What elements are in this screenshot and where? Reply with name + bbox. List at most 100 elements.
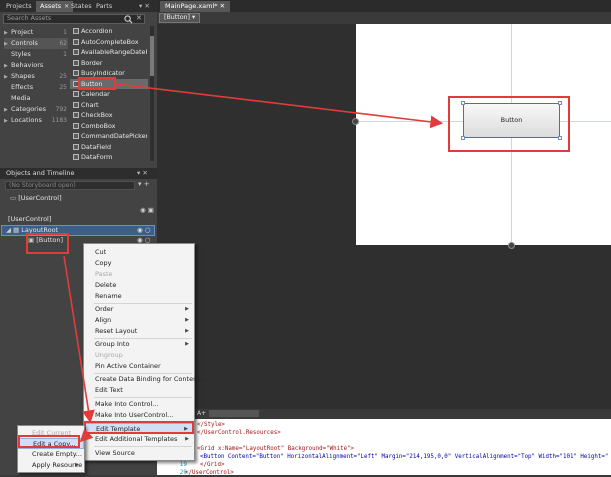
list-item[interactable]: Calendar [70,89,148,100]
category-categories[interactable]: ▶ Categories 792 [4,104,68,115]
list-item[interactable]: AutoCompleteBox [70,37,148,48]
category-label: Behaviors [11,61,44,69]
menu-item-create-empty[interactable]: Create Empty... [18,449,84,460]
zoom-label[interactable]: A+ [197,410,206,417]
selection-handle[interactable] [558,101,562,105]
menu-item-pin-active-container[interactable]: Pin Active Container [84,361,194,372]
resize-handle[interactable] [352,118,359,125]
category-behaviors[interactable]: ▶ Behaviors [4,60,68,71]
category-count: 25 [59,73,67,80]
tab-mainpage[interactable]: MainPage.xaml* ✕ [160,1,231,12]
storyboard-picker[interactable]: (No Storyboard open) [5,181,135,190]
clear-search-icon[interactable]: ✕ [136,14,142,22]
category-label: Media [11,94,31,102]
menu-item-order[interactable]: Order ▶ [84,304,194,315]
list-item-label: DataField [81,142,112,151]
control-icon [73,28,79,34]
menu-item-view-source[interactable]: View Source [84,448,194,459]
resize-handle[interactable] [508,242,515,249]
menu-item-edit-additional-templates[interactable]: Edit Additional Templates ▶ [84,434,194,445]
list-item[interactable]: DataField [70,142,148,153]
list-item-label: AvailableRangeDatePi... [81,48,147,56]
tab-assets-label: Assets [40,2,62,10]
list-item[interactable]: CheckBox [70,110,148,121]
menu-item-delete[interactable]: Delete [84,280,194,291]
menu-item-make-into-control[interactable]: Make Into Control... [84,399,194,410]
menu-item-create-data-binding[interactable]: Create Data Binding for Content... [84,374,206,385]
category-shapes[interactable]: ▶ Shapes 25 [4,71,68,82]
menu-item-ungroup[interactable]: Ungroup [84,350,194,361]
search-icon[interactable] [124,15,133,24]
panel-tabs: Projects Assets ✕ States Parts ▾ ✕ [0,0,157,12]
controls-scrollbar[interactable] [150,26,154,161]
list-item[interactable]: Chart [70,100,148,111]
list-item-label: CommandDatePicker [81,132,147,140]
list-item[interactable]: Border [70,58,148,69]
menu-item-align[interactable]: Align ▶ [84,315,194,326]
template-submenu: Edit Current Edit a Copy... Create Empty… [17,425,85,473]
menu-item-cut[interactable]: Cut [84,247,194,258]
category-label: Categories [11,105,47,113]
category-count: 62 [59,40,67,47]
chevron-down-icon: ▾ [192,14,196,21]
menu-separator [94,397,192,398]
storyboard-controls[interactable]: ▾ + [138,180,150,188]
menu-item-reset-layout[interactable]: Reset Layout ▶ [84,326,194,337]
control-icon [73,70,79,76]
menu-item-copy[interactable]: Copy [84,258,194,269]
visibility-eye-icon[interactable]: ◉ ▣ [140,205,154,215]
category-project[interactable]: ▶ Project 1 [4,27,68,38]
list-item[interactable]: DataForm [70,152,148,163]
menu-item-label: Align [95,316,112,324]
visibility-eye-icon[interactable]: ◉ ○ [137,225,150,235]
tab-projects[interactable]: Projects [2,1,36,12]
close-icon[interactable]: ✕ [220,2,225,10]
menu-item-apply-resource[interactable]: Apply Resource ▶ [18,460,84,471]
category-media[interactable]: Media [4,93,68,104]
code-line: <Button Content="Button" HorizontalAlign… [200,454,609,460]
category-styles[interactable]: Styles 1 [4,49,68,60]
menu-item-group-into[interactable]: Group Into ▶ [84,339,194,350]
submenu-arrow-icon: ▶ [75,462,79,468]
menu-item-make-into-usercontrol[interactable]: Make Into UserControl... [84,410,194,421]
button-preview[interactable]: Button [463,103,560,138]
list-item[interactable]: AvailableRangeDatePi... [70,47,148,58]
menu-item-paste[interactable]: Paste [84,269,194,280]
document-icon: ▭ [10,194,19,202]
panel-window-controls[interactable]: ▾ ✕ [139,2,150,10]
list-item-label: Chart [81,100,99,109]
selection-handle[interactable] [558,136,562,140]
tree-label: [UserControl] [8,215,52,223]
list-item-label: ComboBox [81,121,116,130]
selection-handle[interactable] [461,136,465,140]
tree-root-usercontrol[interactable]: ▭ [UserControl] [10,193,62,203]
list-item[interactable]: Accordion [70,26,148,37]
submenu-arrow-icon: ▶ [185,317,189,323]
category-controls[interactable]: ▶ Controls 62 [4,38,68,49]
breadcrumb[interactable]: [Button] ▾ [159,13,201,23]
menu-item-edit-text[interactable]: Edit Text [84,385,194,396]
panel-window-controls[interactable]: ▾ ✕ [137,168,148,179]
menu-item-rename[interactable]: Rename [84,291,194,302]
menu-item-label: Order [95,305,114,313]
category-label: Project [11,28,34,36]
selection-handle[interactable] [461,101,465,105]
category-locations[interactable]: ▶ Locations 1183 [4,115,68,126]
tree-usercontrol[interactable]: [UserControl] [8,214,51,224]
submenu-arrow-icon: ▶ [185,328,189,334]
category-count: 792 [55,106,67,113]
tab-parts[interactable]: Parts [92,1,116,12]
list-item[interactable]: CommandDatePicker [70,131,148,142]
tree-label: [UserControl] [18,194,62,202]
category-effects[interactable]: Effects 25 [4,82,68,93]
menu-item-label: Edit Additional Templates [95,435,178,443]
category-count: 1 [63,51,67,58]
code-toolbar-buttons[interactable] [209,410,259,417]
scrollbar-thumb[interactable] [150,36,154,76]
list-item[interactable]: ComboBox [70,121,148,132]
list-item-label: DataForm [81,153,113,161]
tab-label: MainPage.xaml* [165,2,218,10]
annotation-box [26,233,69,254]
code-line: </UserControl.Resources> [197,430,281,436]
control-icon [73,133,79,139]
